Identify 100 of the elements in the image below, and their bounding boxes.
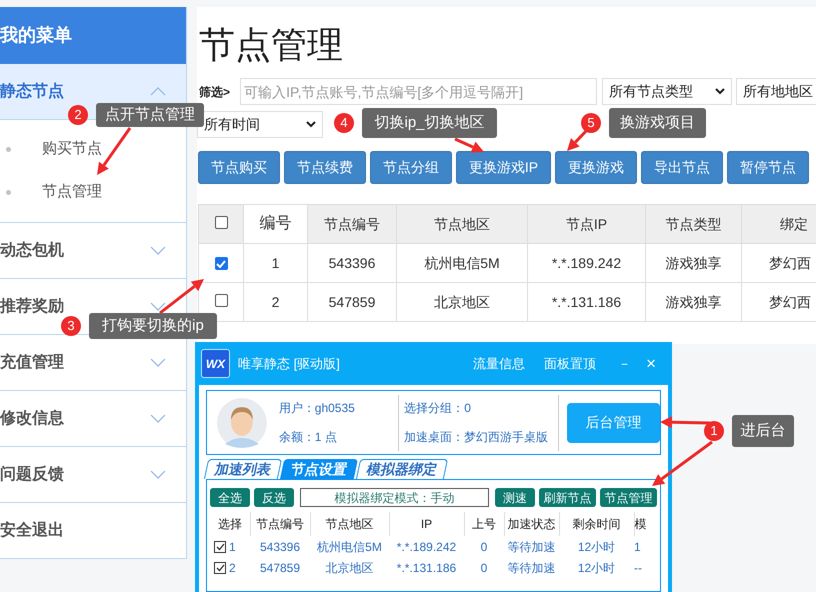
action-button[interactable]: 节点续费 [284,151,366,184]
table-cell: 杭州电信5M [424,254,500,270]
table-cell: 2 [229,560,236,574]
toolbar-button[interactable]: 全选 [210,488,250,507]
dropdown[interactable]: 所有节点类型 [602,78,732,105]
window-title: 唯享静态 [驱动版] [238,354,340,373]
table-cell: 北京地区 [434,294,490,310]
bullet-icon [6,147,11,152]
mode-field: 模拟器绑定模式：手动 [300,488,489,507]
caret-icon [150,358,166,367]
minimize-button[interactable]: － [618,354,632,374]
column-header: 节点地区 [434,216,490,232]
table-cell: -- [634,560,642,574]
title-menu-link[interactable]: 面板置顶 [544,354,596,374]
column-header: 模 [634,517,646,531]
submenu-item[interactable]: 购买节点 [42,138,102,161]
column-header: 节点地区 [326,517,374,531]
chevron-icon [715,88,725,95]
checkbox[interactable] [214,541,226,554]
table-cell: *.*.131.186 [396,560,456,574]
table-cell: *.*.189.242 [552,254,622,270]
caret-icon [150,302,166,311]
column-header: 节点编号 [324,216,380,232]
submenu-item[interactable]: 节点管理 [42,181,102,204]
column-header: IP [420,517,432,531]
checkbox[interactable] [214,216,228,228]
table-cell: 12小时 [578,560,616,574]
action-button[interactable]: 导出节点 [641,151,723,184]
toolbar-button[interactable]: 节点管理 [600,488,657,507]
annotation-arrow [159,279,204,314]
callout-tooltip: 进后台 [732,415,794,447]
table-cell: 等待加速 [508,540,556,554]
table-cell: 北京地区 [326,560,374,574]
caret-icon [150,87,166,96]
table-cell: 梦幻西 [769,294,811,310]
action-button[interactable]: 节点分组 [370,151,452,184]
table-cell: 543396 [328,254,376,270]
action-button[interactable]: 节点购买 [198,151,280,184]
checkbox[interactable] [214,294,228,306]
checkbox[interactable] [214,257,228,270]
group-label: 选择分组：0 [404,400,472,417]
toolbar-button[interactable]: 反选 [254,488,294,507]
table-cell: 游戏独享 [666,294,722,310]
column-header: 上号 [472,517,496,531]
caret-icon [150,246,166,255]
annotation-arrow [660,416,710,428]
table-cell: 1 [272,254,280,270]
column-header: 绑定 [780,216,808,232]
balance-label: 余额：1 点 [278,429,338,446]
annotation-arrow [652,440,713,486]
step-badge: 1 [704,421,724,441]
callout-tooltip: 点开节点管理 [96,103,204,127]
callout-tooltip: 打钩要切换的ip [89,313,217,339]
desktop-label: 加速桌面：梦幻西游手桌版 [404,429,550,446]
tab[interactable]: 节点设置 [280,459,358,479]
column-header: 节点编号 [256,517,304,531]
callout-tooltip: 切换ip_切换地区 [362,108,497,138]
checkbox[interactable] [214,562,226,574]
caret-icon [150,470,166,479]
menu-item[interactable]: 动态包机 [0,223,186,279]
menu-item[interactable]: 安全退出 [0,503,186,559]
column-header: 编号 [260,215,292,232]
table-cell: 1 [634,540,641,554]
table-cell: 547859 [260,560,300,574]
column-header: 剩余时间 [572,517,620,531]
admin-button[interactable]: 后台管理 [567,402,660,442]
page-title: 节点管理 [198,23,344,67]
column-header: 选择 [218,517,242,531]
table-cell: 0 [480,540,488,554]
action-button[interactable]: 更换游戏IP [456,151,551,184]
table-cell: 0 [480,560,488,574]
title-menu-link[interactable]: 流量信息 [473,354,526,374]
column-header: 节点IP [566,216,608,232]
user-label: 用户：gh0535 [278,400,356,417]
table-cell: 543396 [260,540,300,554]
table-cell: 2 [272,294,280,310]
tab[interactable]: 加速列表 [204,459,282,479]
column-header: 节点类型 [666,216,722,232]
toolbar-button[interactable]: 刷新节点 [539,488,596,507]
bullet-icon [6,190,11,195]
action-button[interactable]: 暂停节点 [727,151,809,184]
table-cell: 游戏独享 [666,254,722,270]
annotation-arrow [454,138,484,153]
search-field[interactable]: 可输入IP,节点账号,节点编号[多个用逗号隔开] [240,78,597,105]
chevron-icon [306,121,316,128]
table-cell: 12小时 [578,540,616,554]
close-button[interactable]: × [646,350,656,376]
app-logo: WX [202,350,229,377]
toolbar-button[interactable]: 测速 [495,488,535,507]
caret-icon [150,414,166,423]
sidebar-title: 我的菜单 [0,24,72,47]
dropdown[interactable]: 所有地地区 [736,78,816,105]
tab[interactable]: 模拟器绑定 [356,459,448,479]
table-cell: 547859 [328,294,376,310]
table-cell: 杭州电信5M [317,540,382,554]
action-button[interactable]: 更换游戏 [555,151,637,184]
column-header: 加速状态 [508,517,556,531]
table-cell: 等待加速 [508,560,556,574]
menu-item[interactable]: 问题反馈 [0,447,186,503]
dropdown[interactable]: 所有时间 [197,111,323,138]
